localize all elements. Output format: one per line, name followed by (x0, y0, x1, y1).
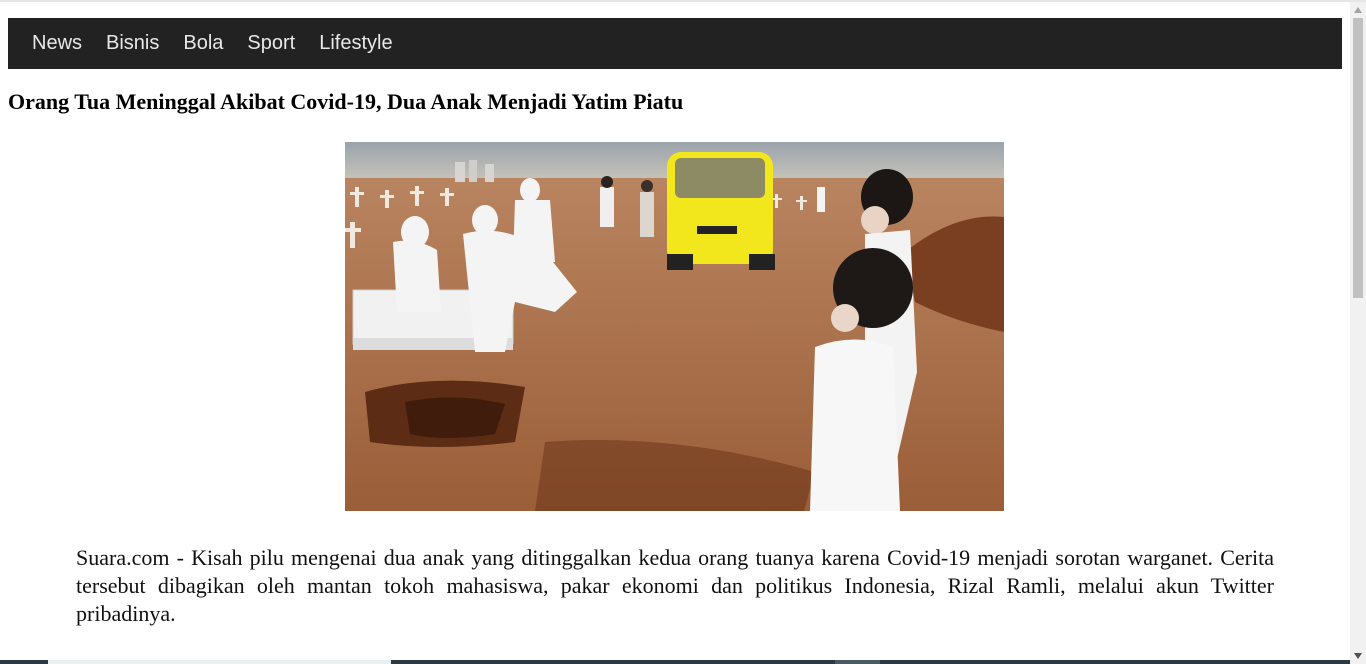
page-viewport: News Bisnis Bola Sport Lifestyle Orang T… (0, 2, 1350, 664)
article-lead-paragraph: Suara.com - Kisah pilu mengenai dua anak… (76, 545, 1274, 626)
nav-item-news[interactable]: News (20, 32, 94, 55)
article-photo (345, 142, 1004, 511)
scrollbar-thumb[interactable] (1353, 18, 1363, 298)
nav-item-sport[interactable]: Sport (235, 32, 307, 55)
nav-item-lifestyle[interactable]: Lifestyle (307, 32, 404, 55)
burial-scene-illustration (345, 142, 1004, 511)
taskbar-segment (48, 660, 391, 664)
vertical-scrollbar[interactable] (1350, 2, 1366, 664)
scroll-up-arrow-icon[interactable] (1350, 2, 1366, 18)
top-navbar: News Bisnis Bola Sport Lifestyle (8, 18, 1342, 69)
taskbar-segment (835, 660, 880, 664)
nav-item-bola[interactable]: Bola (171, 32, 235, 55)
nav-item-bisnis[interactable]: Bisnis (94, 32, 171, 55)
article-headline: Orang Tua Meninggal Akibat Covid-19, Dua… (8, 89, 684, 114)
bottom-taskbar-strip (0, 660, 1350, 664)
scroll-down-arrow-icon[interactable] (1350, 648, 1366, 664)
